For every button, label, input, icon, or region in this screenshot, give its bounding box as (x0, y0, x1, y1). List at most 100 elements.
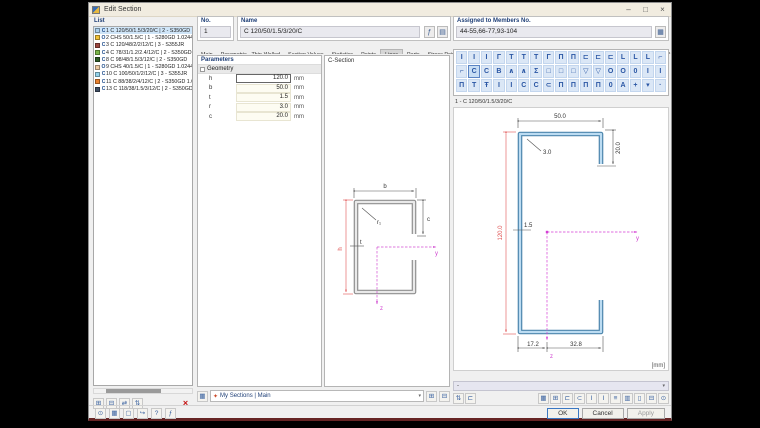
geometry-group-row[interactable]: Geometry (198, 65, 321, 74)
section-library-icon[interactable]: ▦ (197, 390, 208, 402)
section-shape-button[interactable]: ⌐ (654, 51, 666, 64)
section-shape-button[interactable]: Π (456, 79, 468, 92)
favorites-dropdown[interactable]: ✦ My Sections | Main ▾ (210, 390, 424, 402)
numbering-icon[interactable]: ⇅ (453, 393, 464, 404)
view-dropdown[interactable]: - ▾ (453, 381, 669, 391)
parameter-value-field[interactable]: 1.5 (236, 93, 291, 103)
section-shape-button[interactable]: Ŧ (480, 79, 493, 92)
section-shape-button[interactable]: B (493, 65, 505, 78)
section-shape-button[interactable]: L (642, 51, 654, 64)
parameter-value-field[interactable]: 3.0 (236, 102, 291, 112)
parts-view-icon[interactable]: ⊂ (574, 393, 585, 404)
section-shape-button[interactable]: ⌐ (456, 65, 468, 78)
section-shape-button[interactable]: + (629, 79, 642, 92)
section-library-button[interactable]: ▤ (437, 26, 448, 38)
ok-button[interactable]: OK (547, 407, 579, 419)
section-shape-button[interactable]: Π (555, 79, 567, 92)
zoom-icon[interactable]: ⊙ (658, 393, 669, 404)
diagram-view-icon[interactable]: ▦ (538, 393, 549, 404)
tab[interactable]: Main (197, 50, 217, 54)
section-shape-button[interactable]: ⊏ (580, 51, 592, 64)
section-shape-button[interactable]: □ (555, 65, 567, 78)
lines-view-icon[interactable]: ≡ (610, 393, 621, 404)
minimize-button[interactable]: – (620, 3, 637, 16)
section-shape-button[interactable]: Γ (542, 51, 555, 64)
display-options-icon[interactable]: ▥ (622, 393, 633, 404)
scrollbar-thumb[interactable] (106, 389, 161, 393)
section-shape-button[interactable]: Π (555, 51, 567, 64)
section-shape-button[interactable]: T (518, 51, 530, 64)
parameter-row[interactable]: r 3.0 mm (198, 102, 321, 113)
section-shape-button[interactable]: I (456, 51, 468, 64)
parameter-row[interactable]: h 120.0 mm (198, 74, 321, 84)
section-shape-button[interactable]: Π (567, 79, 580, 92)
section-shape-button[interactable]: I (505, 79, 518, 92)
section-view-icon[interactable]: I (586, 393, 597, 404)
section-shape-button[interactable]: Π (580, 79, 592, 92)
display-settings-icon[interactable]: ▦ (109, 407, 120, 419)
section-shape-button[interactable]: I (654, 65, 666, 78)
list-horizontal-scrollbar[interactable] (93, 388, 193, 394)
section-shape-button[interactable]: Γ (493, 51, 505, 64)
section-shape-button[interactable]: A (617, 79, 629, 92)
list-item[interactable]: O 2 CHS 50/1.5/C | 1 - S280GD 1.0244 (94, 34, 192, 41)
list-item[interactable]: C 1 C 120/50/1.5/3/20/C | 2 - S350GD (94, 27, 192, 35)
list-item[interactable]: C 10 C 100/50/1/2/12/C | 3 - S355JR (94, 71, 192, 78)
section-shape-button[interactable]: 0 (629, 65, 642, 78)
section-shape-button[interactable]: ▾ (642, 79, 654, 92)
section-shape-button[interactable]: ∧ (518, 65, 530, 78)
list-item[interactable]: C 4 C 78/31/1.2/2.4/12/C | 2 - S350GD (94, 49, 192, 56)
stress-points-view-icon[interactable]: ⊏ (562, 393, 573, 404)
jump-to-icon[interactable]: ↪ (137, 407, 148, 419)
new-favorites-group-button[interactable]: ⊞ (426, 390, 437, 402)
section-shape-button[interactable]: T (530, 51, 542, 64)
tab[interactable]: Parts (403, 50, 424, 54)
section-shape-button[interactable]: □ (567, 65, 580, 78)
section-shape-button[interactable]: Π (592, 79, 604, 92)
section-shape-button[interactable]: O (617, 65, 629, 78)
tab[interactable]: Parametric - Thin-Walled (217, 50, 284, 54)
number-field[interactable]: 1 (200, 26, 231, 38)
section-shape-button[interactable]: C (530, 79, 542, 92)
section-shape-button[interactable]: ⊏ (592, 51, 604, 64)
section-shape-button[interactable]: 0 (604, 79, 617, 92)
section-shape-button[interactable]: I (642, 65, 654, 78)
section-shape-button[interactable]: T (505, 51, 518, 64)
section-list[interactable]: C 1 C 120/50/1.5/3/20/C | 2 - S350GD O 2… (93, 26, 193, 386)
formula-button[interactable]: ƒ (424, 26, 435, 38)
list-item[interactable]: C 13 C 118/38/1.5/3/12/C | 2 - S350GD (94, 85, 192, 92)
section-shape-button[interactable]: C (518, 79, 530, 92)
section-shape-button[interactable]: L (617, 51, 629, 64)
parameter-value-field[interactable]: 120.0 (236, 74, 291, 84)
section-shape-button[interactable]: ▽ (580, 65, 592, 78)
section-shape-button[interactable]: I (493, 79, 505, 92)
section-shape-button[interactable]: □ (542, 65, 555, 78)
section-shape-button[interactable]: C (468, 65, 480, 78)
section-shape-button[interactable]: I (468, 51, 480, 64)
parameter-row[interactable]: t 1.5 mm (198, 93, 321, 103)
tab[interactable]: Points (357, 50, 380, 54)
maximize-button[interactable]: □ (637, 3, 654, 16)
name-field[interactable]: C 120/50/1.5/3/20/C (240, 26, 420, 38)
geometry-checkbox[interactable] (200, 66, 205, 72)
list-item[interactable]: C 3 C 120/48/2/2/12/C | 3 - S355JR (94, 42, 192, 49)
section-shape-button[interactable]: ⊏ (604, 51, 617, 64)
section-shape-button[interactable]: C (480, 65, 493, 78)
section-shape-button[interactable]: · (654, 79, 666, 92)
close-button[interactable]: × (654, 3, 671, 16)
select-members-button[interactable]: ▦ (655, 26, 666, 38)
tab[interactable]: Lines (380, 49, 404, 54)
print-icon[interactable]: ⊟ (646, 393, 657, 404)
list-item[interactable]: C 8 C 98/48/1.5/3/12/C | 2 - S350GD (94, 56, 192, 63)
tab[interactable]: Section Values (284, 50, 328, 54)
section-shape-button[interactable]: Π (567, 51, 580, 64)
list-item[interactable]: O 9 CHS 40/1.5/C | 1 - S280GD 1.0244 (94, 63, 192, 70)
section-shape-button[interactable]: ∧ (505, 65, 518, 78)
section-shape-button[interactable]: T (468, 79, 480, 92)
apply-button[interactable]: Apply (626, 407, 665, 419)
parameter-row[interactable]: b 50.0 mm (198, 83, 321, 94)
section-shape-button[interactable]: I (480, 51, 493, 64)
section-shape-button[interactable]: ⊂ (542, 79, 555, 92)
section-shape-button[interactable]: O (604, 65, 617, 78)
assigned-members-field[interactable]: 44-55,66-77,93-104 (456, 26, 652, 38)
